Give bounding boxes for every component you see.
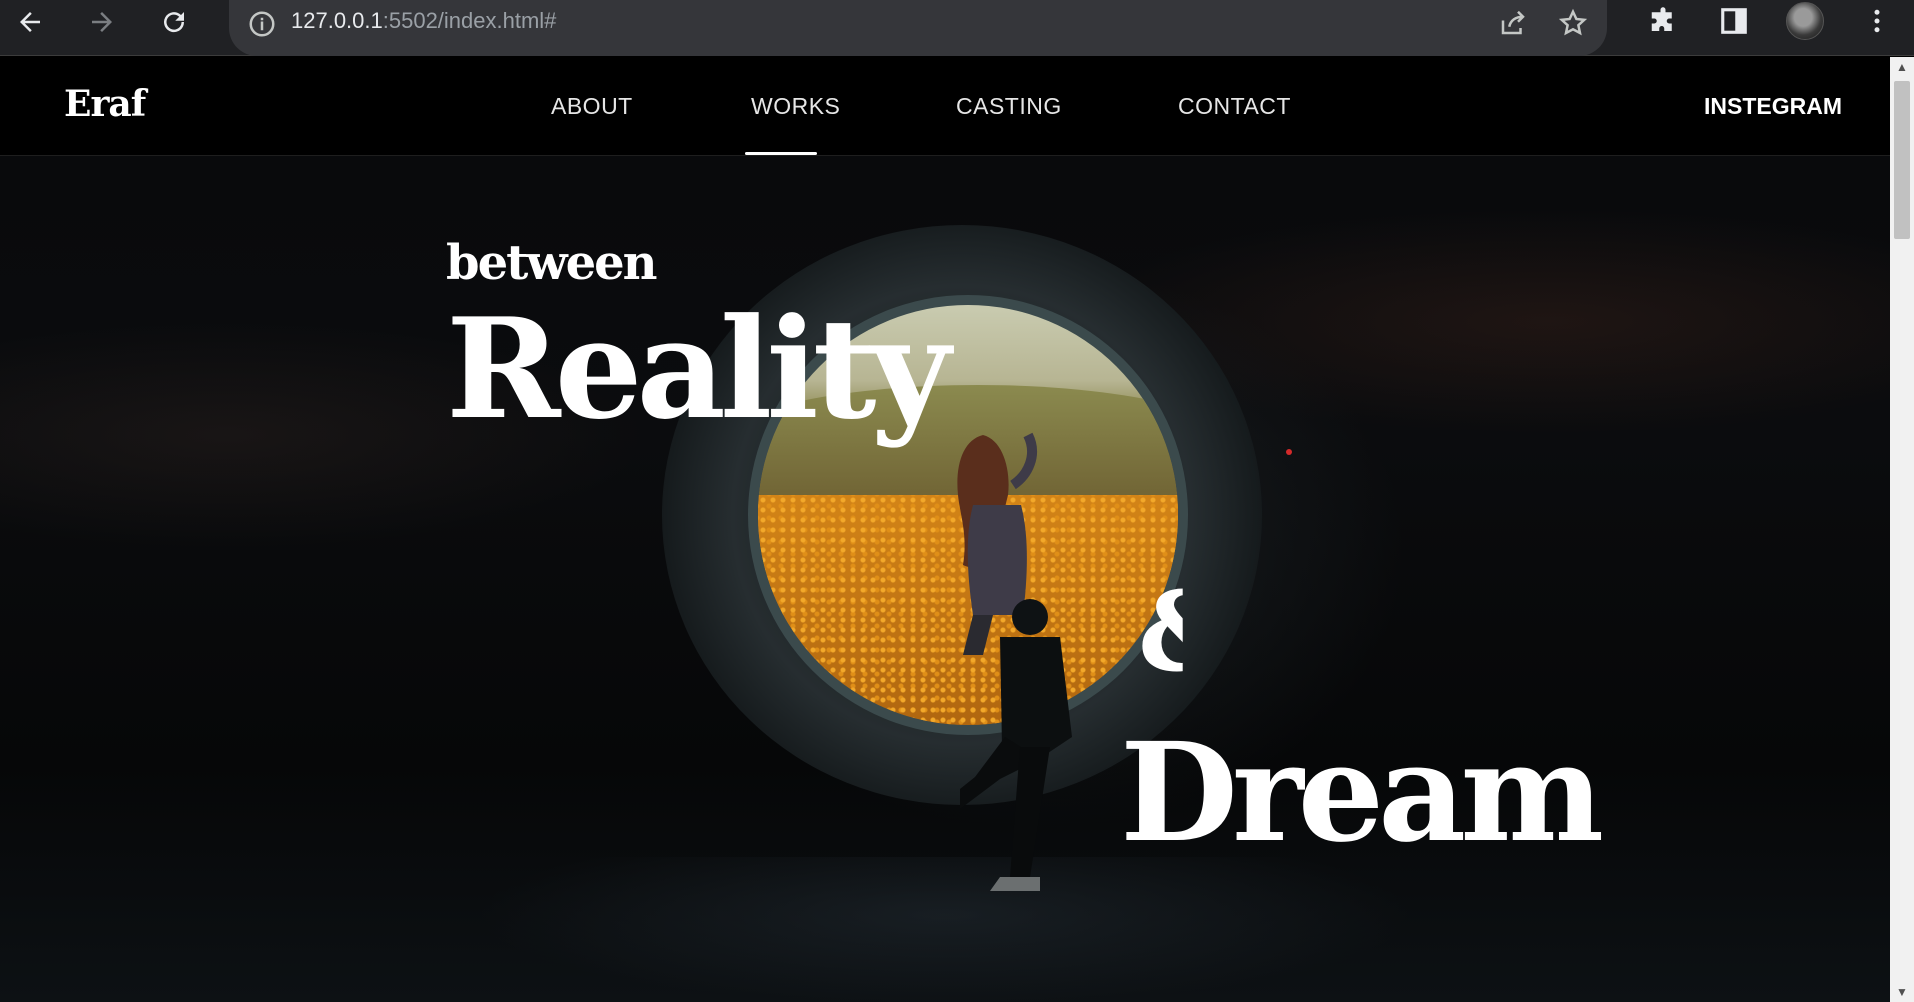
scroll-down-arrow[interactable]: ▼ xyxy=(1890,982,1914,1002)
forward-icon xyxy=(92,12,112,32)
browser-toolbar: 127.0.0.1:5502/index.html# xyxy=(0,0,1914,56)
back-button[interactable] xyxy=(8,0,52,44)
share-icon xyxy=(1501,10,1525,35)
hero-word-reality: Reality xyxy=(446,287,951,450)
nav-active-indicator xyxy=(745,152,817,155)
back-icon xyxy=(20,12,40,32)
profile-avatar[interactable] xyxy=(1786,2,1824,40)
side-panel-button[interactable] xyxy=(1717,4,1751,38)
scroll-up-arrow[interactable]: ▲ xyxy=(1890,57,1914,77)
hero-word-dream: Dream xyxy=(1120,713,1604,873)
extensions-icon xyxy=(1651,7,1672,31)
sidepanel-icon xyxy=(1721,8,1747,34)
nav-works[interactable]: WORKS xyxy=(751,93,840,120)
site-logo[interactable]: Eraf xyxy=(64,83,146,125)
floor-shadow xyxy=(0,857,1890,1002)
url-path: :5502/index.html# xyxy=(382,8,557,33)
share-button[interactable] xyxy=(1496,6,1530,40)
nav-contact[interactable]: CONTACT xyxy=(1178,93,1291,120)
info-icon[interactable] xyxy=(247,9,277,39)
site-header: Eraf ABOUT WORKS CASTING CONTACT INSTEGR… xyxy=(0,57,1890,156)
man-figure xyxy=(960,599,1072,891)
page-viewport: & between Reality Dream Eraf ABOUT WORKS… xyxy=(0,57,1890,1002)
scroll-thumb[interactable] xyxy=(1894,81,1910,239)
address-bar[interactable]: 127.0.0.1:5502/index.html# xyxy=(229,0,1607,56)
nav-casting[interactable]: CASTING xyxy=(956,93,1062,120)
forward-button[interactable] xyxy=(80,0,124,44)
page-scrollbar[interactable]: ▲ ▼ xyxy=(1890,57,1914,1002)
browser-menu-button[interactable] xyxy=(1860,4,1894,38)
extensions-button[interactable] xyxy=(1646,4,1680,38)
reload-icon xyxy=(164,12,185,33)
cursor-dot xyxy=(1286,449,1292,455)
reload-button[interactable] xyxy=(152,0,196,44)
menu-icon xyxy=(1874,9,1880,33)
bookmark-button[interactable] xyxy=(1556,6,1590,40)
url-text[interactable]: 127.0.0.1:5502/index.html# xyxy=(291,6,556,36)
url-host: 127.0.0.1 xyxy=(291,8,383,33)
star-icon xyxy=(1558,8,1588,36)
nav-about[interactable]: ABOUT xyxy=(551,93,633,120)
hero-word-between: between xyxy=(446,235,658,291)
instagram-link[interactable]: INSTEGRAM xyxy=(1704,93,1842,120)
